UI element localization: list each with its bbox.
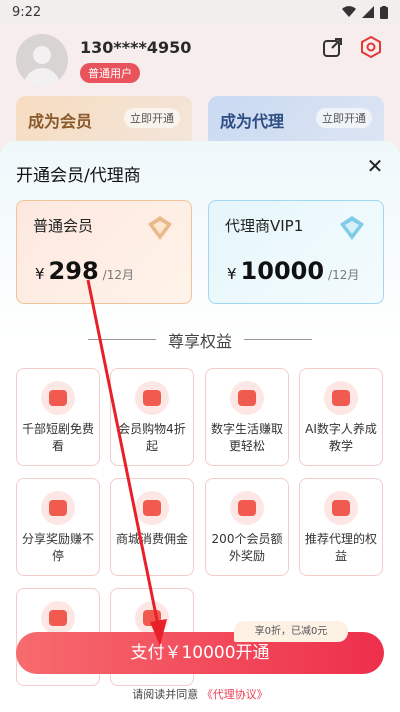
share-icon[interactable] — [322, 36, 344, 58]
play-screen-icon — [324, 381, 358, 415]
user-level-badge: 普通用户 — [80, 62, 140, 83]
agent-agreement-link[interactable]: 《代理协议》 — [202, 688, 268, 701]
money-bag-icon — [230, 381, 264, 415]
settings-icon[interactable] — [360, 35, 382, 59]
avatar[interactable] — [16, 34, 68, 86]
benefit-label: 商城消费佣金 — [115, 532, 188, 546]
diamond-badge-icon — [340, 216, 364, 240]
gift-icon — [135, 601, 169, 635]
plan-member-currency: ¥ — [35, 265, 45, 283]
benefit-tile-ai-human[interactable]: AI数字人养成教学 — [299, 368, 383, 466]
become-member-title: 成为会员 — [28, 112, 93, 131]
plan-member-price: 298 — [48, 257, 99, 285]
user-reward-icon — [230, 491, 264, 525]
benefit-tile-shopping[interactable]: 会员购物4折起 — [110, 368, 194, 466]
pie-chart-icon — [41, 601, 75, 635]
become-agent-button[interactable]: 立即开通 — [316, 108, 372, 128]
signal-icon — [362, 6, 374, 18]
close-icon[interactable]: ✕ — [364, 155, 386, 177]
plan-member-period: /12月 — [102, 268, 134, 282]
commission-icon — [135, 491, 169, 525]
discount-tag: 享0折，已减0元 — [234, 621, 348, 642]
plan-agent-period: /12月 — [328, 268, 360, 282]
status-bar: 9:22 — [0, 0, 400, 24]
benefit-label: 200个会员额外奖励 — [211, 532, 283, 563]
benefit-tile-digital-life[interactable]: 数字生活赚取更轻松 — [205, 368, 289, 466]
become-agent-title: 成为代理 — [220, 112, 285, 131]
plan-agent-price: 10000 — [240, 257, 325, 285]
wifi-icon — [342, 6, 356, 18]
coupon-icon — [135, 381, 169, 415]
battery-icon — [380, 5, 388, 19]
benefits-title: 尊享权益 — [0, 328, 400, 352]
benefit-tile-share-reward[interactable]: 分享奖励赚不停 — [16, 478, 100, 576]
benefit-label: 推荐代理的权益 — [304, 532, 377, 563]
benefit-tile-mall-commission[interactable]: 商城消费佣金 — [110, 478, 194, 576]
agreement-text: 请阅读并同意 《代理协议》 — [0, 686, 400, 702]
become-member-button[interactable]: 立即开通 — [124, 108, 180, 128]
gold-badge-icon — [148, 216, 172, 240]
agreement-prefix: 请阅读并同意 — [132, 688, 199, 701]
benefit-label: 会员购物4折起 — [118, 422, 186, 453]
video-icon — [41, 381, 75, 415]
benefit-tile-referral[interactable]: 推荐代理的权益 — [299, 478, 383, 576]
sheet-title: 开通会员/代理商 — [16, 166, 141, 186]
benefit-label: 千部短剧免费看 — [21, 422, 94, 453]
benefit-label: 数字生活赚取更轻松 — [210, 422, 283, 453]
benefit-tile-short-drama[interactable]: 千部短剧免费看 — [16, 368, 100, 466]
benefit-label: 分享奖励赚不停 — [21, 532, 94, 563]
benefit-tile-extra-reward[interactable]: 200个会员额外奖励 — [205, 478, 289, 576]
referral-icon — [324, 491, 358, 525]
piggy-bank-icon — [41, 491, 75, 525]
phone-number: 130****4950 — [80, 37, 192, 57]
plan-agent-currency: ¥ — [227, 265, 237, 283]
plan-agent-card[interactable]: 代理商VIP1 ¥ 10000 /12月 — [208, 200, 384, 304]
plan-member-card[interactable]: 普通会员 ¥ 298 /12月 — [16, 200, 192, 304]
benefit-label: AI数字人养成教学 — [305, 422, 377, 453]
profile-header: 130****4950 普通用户 — [16, 34, 191, 86]
status-time: 9:22 — [12, 4, 42, 20]
